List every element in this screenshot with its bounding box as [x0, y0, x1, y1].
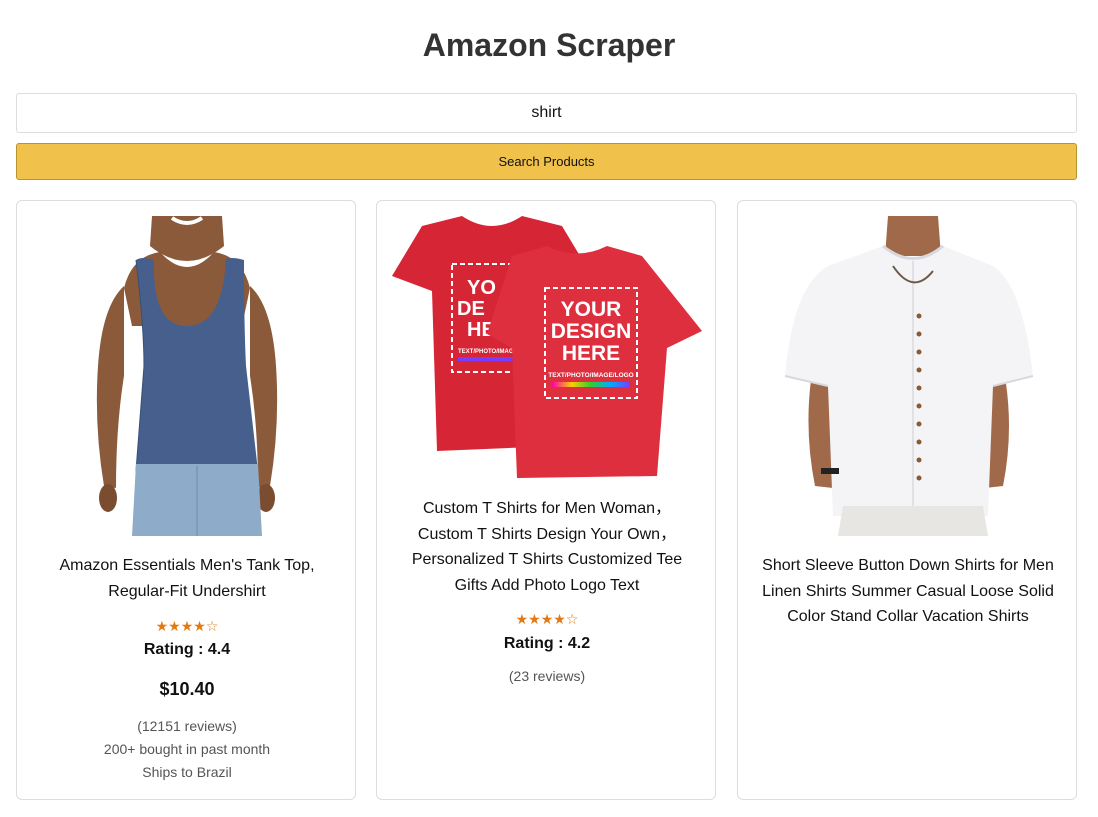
product-card[interactable]: Short Sleeve Button Down Shirts for Men … [737, 200, 1077, 800]
bought-count: 200+ bought in past month [103, 741, 271, 757]
review-count: (23 reviews) [508, 668, 586, 684]
product-card[interactable]: YO DE HE TEXT/PHOTO/IMAGE/L YOUR DESIGN … [376, 200, 716, 800]
rating-stars: ★★★★☆ [515, 611, 579, 627]
front-design-text: HERE [562, 342, 620, 365]
front-design-small-text: TEXT/PHOTO/IMAGE/LOGO [548, 372, 633, 379]
search-products-button[interactable]: Search Products [16, 143, 1077, 180]
shipping-info: Ships to Brazil [142, 764, 232, 780]
product-title[interactable]: Custom T Shirts for Men Woman，Custom T S… [397, 496, 697, 598]
product-card[interactable]: Amazon Essentials Men's Tank Top, Regula… [16, 200, 356, 800]
amazon-scraper-page: Amazon Scraper Search Products [0, 0, 1098, 817]
back-design-text: DE [457, 298, 485, 320]
product-image-tank-top[interactable] [32, 216, 342, 536]
front-design-text: DESIGN [551, 320, 632, 343]
rating-stars: ★★★★☆ [155, 618, 219, 634]
product-title[interactable]: Amazon Essentials Men's Tank Top, Regula… [37, 553, 337, 604]
rating-value: Rating : 4.2 [503, 635, 591, 652]
page-title: Amazon Scraper [422, 27, 676, 63]
product-image-custom-tshirts[interactable]: YO DE HE TEXT/PHOTO/IMAGE/L YOUR DESIGN … [392, 216, 702, 486]
product-title[interactable]: Short Sleeve Button Down Shirts for Men … [758, 553, 1058, 630]
front-design-text: YOUR [561, 298, 622, 321]
review-count: (12151 reviews) [137, 718, 237, 734]
rating-value: Rating : 4.4 [143, 641, 231, 658]
product-image-linen-shirt[interactable] [753, 216, 1063, 536]
search-input[interactable] [16, 93, 1077, 133]
product-price: $10.40 [159, 679, 215, 699]
back-design-text: YO [467, 277, 496, 299]
